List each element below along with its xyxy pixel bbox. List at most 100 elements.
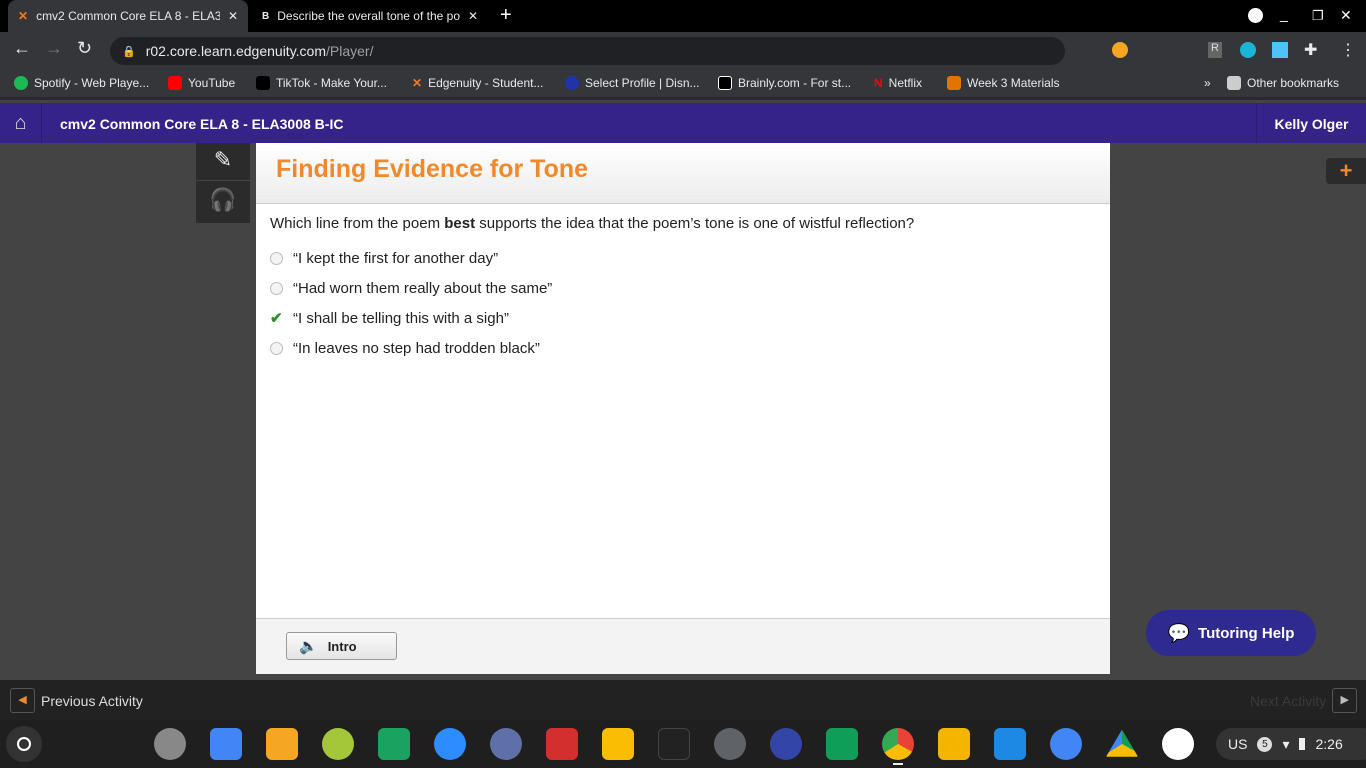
bookmark-label: Brainly.com - For st... — [738, 76, 852, 90]
intro-label: Intro — [327, 638, 357, 654]
pear-deck-app-icon[interactable] — [322, 728, 354, 760]
answer-option-selected[interactable]: ✔ “I shall be telling this with a sigh” — [270, 309, 509, 328]
close-tab-icon[interactable]: ✕ — [228, 9, 238, 23]
forward-button[interactable]: → — [45, 38, 63, 59]
system-tray[interactable]: US 5 ▾ 2:26 — [1216, 728, 1366, 760]
next-activity-button[interactable]: Next Activity ▶ — [1250, 688, 1358, 713]
answer-option[interactable]: “I kept the first for another day” — [270, 250, 498, 267]
expand-plus-button[interactable]: + — [1326, 158, 1366, 184]
extension-icon[interactable] — [1272, 42, 1288, 58]
minimize-button[interactable]: _ — [1280, 6, 1288, 22]
question-part: Which line from the poem — [270, 215, 445, 232]
bookmark-disney[interactable]: Select Profile | Disn... — [565, 76, 700, 90]
launcher-button[interactable] — [6, 726, 42, 762]
battery-icon — [1299, 738, 1306, 750]
bookmark-label: YouTube — [188, 76, 236, 90]
google-classroom-app-icon[interactable] — [938, 728, 970, 760]
tab-edgenuity[interactable]: ✕ cmv2 Common Core ELA 8 - ELA3008 B-IC … — [8, 0, 248, 32]
tab-title: cmv2 Common Core ELA 8 - ELA3008 B-IC — [36, 9, 220, 23]
bookmark-label: Spotify - Web Playe... — [34, 76, 150, 90]
edgenuity-icon: ✕ — [412, 76, 423, 90]
tool-palette: ✎ 🎧 — [196, 143, 250, 223]
bookmark-youtube[interactable]: YouTube — [168, 76, 235, 90]
new-tab-button[interactable]: + — [500, 4, 512, 27]
activity-title-bar: Finding Evidence for Tone — [256, 143, 1110, 204]
google-keep-app-icon[interactable] — [602, 728, 634, 760]
bookmark-label: TikTok - Make Your... — [276, 76, 387, 90]
answer-text: “I kept the first for another day” — [293, 250, 499, 267]
menu-kebab-icon[interactable]: ⋮ — [1340, 40, 1356, 60]
tab-brainly[interactable]: B Describe the overall tone of the poem … — [252, 0, 488, 32]
url-path: /Player/ — [326, 43, 374, 59]
close-tab-icon[interactable]: ✕ — [468, 9, 478, 23]
netflix-icon: N — [874, 76, 883, 90]
reload-button[interactable]: ↻ — [77, 38, 92, 59]
checkmark-icon: ✔ — [270, 310, 283, 327]
google-docs-app-icon[interactable] — [210, 728, 242, 760]
intro-button[interactable]: 🔈 Intro — [286, 632, 397, 660]
radio-button[interactable] — [270, 252, 283, 265]
radio-button[interactable] — [270, 282, 283, 295]
answer-option[interactable]: “Had worn them really about the same” — [270, 280, 552, 297]
home-button[interactable]: ⌂ — [0, 103, 42, 143]
classroom-icon — [947, 76, 961, 90]
clock: 2:26 — [1315, 736, 1343, 752]
notification-count: 5 — [1257, 736, 1273, 752]
tiktok-icon — [256, 76, 270, 90]
question-part: supports the idea that the poem’s tone i… — [475, 215, 915, 232]
disney-icon — [565, 76, 579, 90]
headphones-tool-icon[interactable]: 🎧 — [196, 181, 250, 221]
extensions-puzzle-icon[interactable]: ✚ — [1304, 40, 1317, 60]
previous-activity-button[interactable]: ◀ Previous Activity — [10, 688, 143, 713]
back-button[interactable]: ← — [13, 38, 31, 59]
files-app-icon[interactable] — [1050, 728, 1082, 760]
youtube-icon — [168, 76, 182, 90]
other-bookmarks[interactable]: Other bookmarks — [1227, 76, 1339, 90]
edgenuity-favicon-icon: ✕ — [18, 9, 29, 23]
chrome-app-icon[interactable] — [882, 728, 914, 760]
caret-left-icon: ◀ — [10, 688, 35, 713]
pencil-tool-icon[interactable]: ✎ — [196, 143, 250, 181]
tutoring-label: Tutoring Help — [1198, 624, 1295, 642]
bookmark-netflix[interactable]: N Netflix — [874, 76, 922, 90]
bookmark-tiktok[interactable]: TikTok - Make Your... — [256, 76, 387, 90]
answer-option[interactable]: “In leaves no step had trodden black” — [270, 340, 540, 357]
activity-nav-bar: ◀ Previous Activity Next Activity ▶ — [0, 680, 1366, 720]
google-sheets-app-icon[interactable] — [826, 728, 858, 760]
bookmark-week3[interactable]: Week 3 Materials — [947, 76, 1059, 90]
launcher-icon — [17, 737, 31, 751]
app-icon[interactable] — [658, 728, 690, 760]
bookmark-spotify[interactable]: Spotify - Web Playe... — [14, 76, 149, 90]
chrome-web-store-app-icon[interactable] — [1162, 728, 1194, 760]
extension-r-icon[interactable]: R — [1208, 42, 1222, 58]
app-icon[interactable] — [266, 728, 298, 760]
typingclub-app-icon[interactable] — [994, 728, 1026, 760]
wifi-icon: ▾ — [1282, 735, 1290, 752]
profile-dropdown-icon[interactable] — [1248, 8, 1263, 23]
camera-app-icon[interactable] — [714, 728, 746, 760]
question-emphasis: best — [444, 215, 476, 232]
answer-text: “Had worn them really about the same” — [293, 280, 553, 297]
more-bookmarks-icon[interactable]: » — [1204, 76, 1211, 90]
address-bar[interactable]: 🔒 r02.core.learn.edgenuity.com/Player/ — [110, 37, 1065, 65]
user-name[interactable]: Kelly Olger — [1256, 103, 1366, 143]
app-icon[interactable] — [546, 728, 578, 760]
extension-icon[interactable] — [1240, 42, 1256, 58]
restore-button[interactable]: ❐ — [1312, 8, 1324, 24]
voice-recorder-app-icon[interactable] — [154, 728, 186, 760]
bookmark-label: Week 3 Materials — [967, 76, 1060, 90]
activity-panel: Finding Evidence for Tone Which line fro… — [256, 143, 1110, 674]
course-title: cmv2 Common Core ELA 8 - ELA3008 B-IC — [60, 116, 344, 132]
tutoring-help-button[interactable]: 💬 Tutoring Help — [1146, 610, 1316, 656]
question-text: Which line from the poem best supports t… — [270, 215, 914, 232]
bookmark-edgenuity[interactable]: ✕ Edgenuity - Student... — [412, 76, 543, 90]
bookmark-brainly[interactable]: Brainly.com - For st... — [718, 76, 851, 90]
zoom-app-icon[interactable] — [434, 728, 466, 760]
app-icon[interactable] — [378, 728, 410, 760]
course-header: ⌂ cmv2 Common Core ELA 8 - ELA3008 B-IC … — [0, 103, 1366, 143]
close-window-button[interactable]: ✕ — [1340, 7, 1352, 24]
screencastify-app-icon[interactable] — [490, 728, 522, 760]
radio-button[interactable] — [270, 342, 283, 355]
kami-app-icon[interactable] — [770, 728, 802, 760]
extension-icon[interactable] — [1112, 42, 1128, 58]
